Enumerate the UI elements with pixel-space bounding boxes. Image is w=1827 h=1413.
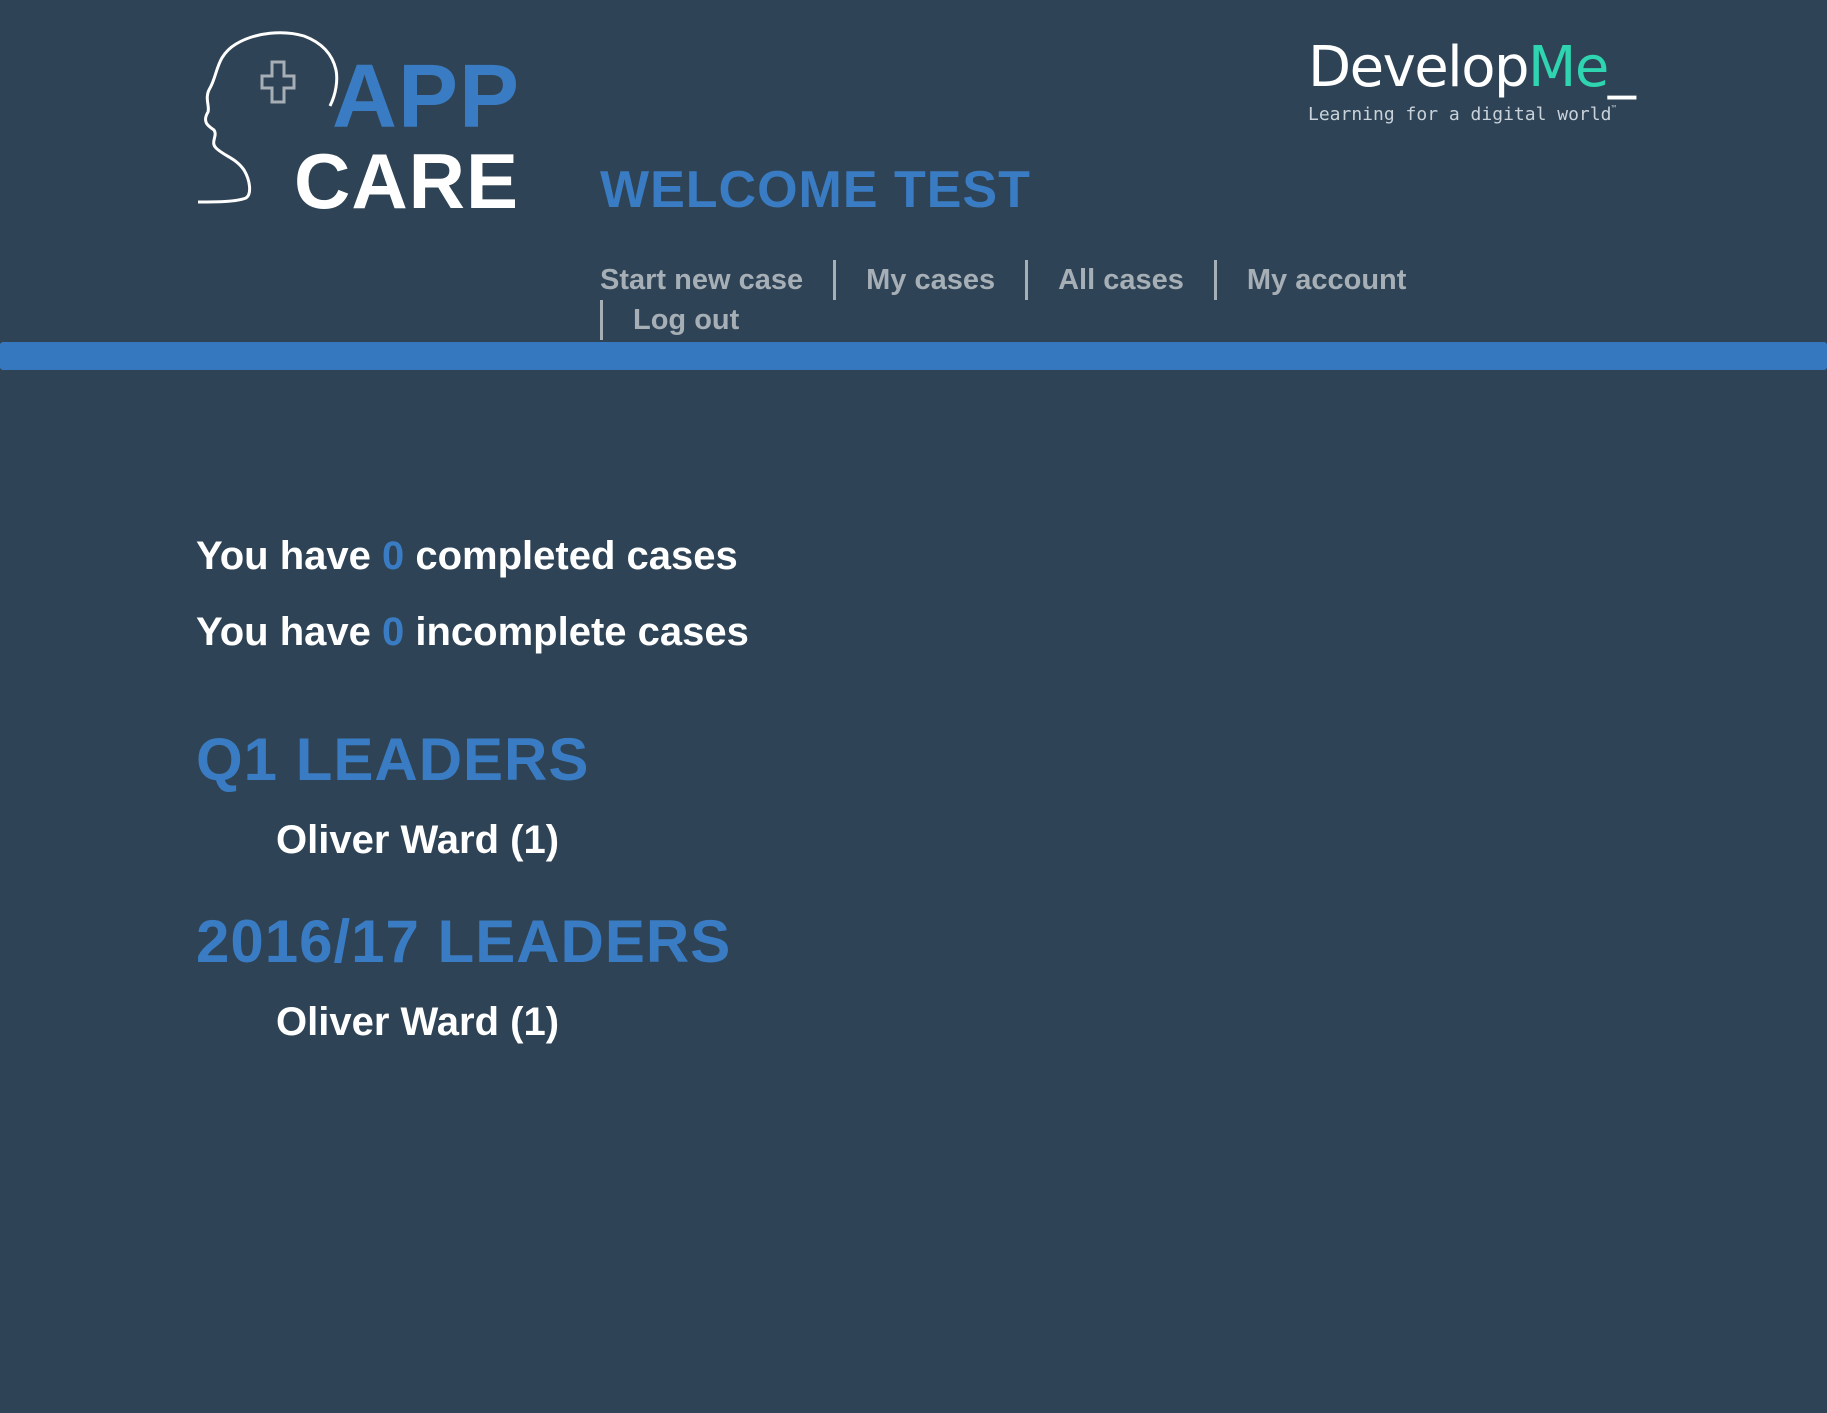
incomplete-suffix: incomplete cases — [415, 610, 749, 654]
nav-row-2: Log out — [600, 300, 1460, 340]
logo-app-text: APP — [332, 47, 521, 147]
nav-log-out[interactable]: Log out — [633, 300, 739, 340]
brand-tagline: Learning for a digital world™ — [1308, 104, 1638, 125]
brand-name-cursor: _ — [1607, 35, 1636, 100]
nav-divider — [1213, 260, 1217, 300]
incomplete-count: 0 — [382, 610, 405, 654]
completed-count: 0 — [382, 534, 405, 578]
brand-name-main: Develop — [1308, 35, 1530, 100]
completed-suffix: completed cases — [415, 534, 738, 578]
nav-my-account[interactable]: My account — [1247, 260, 1407, 300]
q1-leaders-title: Q1 LEADERS — [196, 726, 590, 793]
completed-cases-line: You have 0 completed cases — [196, 536, 749, 576]
brand-name: DevelopMe_ — [1308, 40, 1638, 96]
incomplete-cases-line: You have 0 incomplete cases — [196, 612, 749, 652]
nav-start-new-case[interactable]: Start new case — [600, 260, 803, 300]
nav-row-1: Start new case My cases All cases My acc… — [600, 260, 1460, 300]
nav-all-cases[interactable]: All cases — [1058, 260, 1184, 300]
nav-my-cases[interactable]: My cases — [866, 260, 995, 300]
case-stats: You have 0 completed cases You have 0 in… — [196, 536, 749, 688]
app-care-logo[interactable]: APP CARE — [196, 30, 526, 220]
year-leaders-title: 2016/17 LEADERS — [196, 908, 732, 975]
incomplete-prefix: You have — [196, 610, 371, 654]
logo-care-text: CARE — [294, 137, 520, 225]
header-divider-bar — [0, 342, 1827, 370]
brand-tagline-text: Learning for a digital world — [1308, 104, 1612, 125]
trademark-mark: ™ — [1611, 104, 1617, 113]
q1-leader-entry: Oliver Ward (1) — [276, 818, 560, 862]
nav-divider — [600, 300, 603, 340]
developme-brand-logo: DevelopMe_ Learning for a digital world™ — [1308, 40, 1638, 140]
welcome-heading: WELCOME TEST — [600, 161, 1031, 219]
nav-divider — [833, 260, 837, 300]
completed-prefix: You have — [196, 534, 371, 578]
main-nav: Start new case My cases All cases My acc… — [600, 260, 1460, 340]
nav-divider — [1025, 260, 1029, 300]
page: APP CARE DevelopMe_ Learning for a digit… — [0, 0, 1827, 1413]
brand-name-accent: Me — [1528, 35, 1609, 100]
year-leader-entry: Oliver Ward (1) — [276, 1000, 560, 1044]
